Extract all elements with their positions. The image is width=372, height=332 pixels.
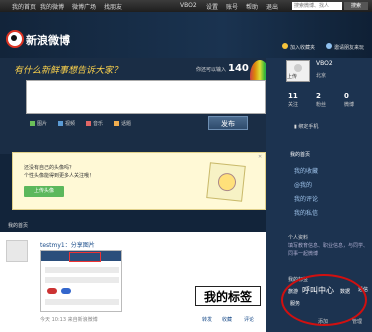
sidebar-item-favorites[interactable]: 我的收藏 bbox=[294, 166, 318, 175]
tool-topic[interactable]: 话题 bbox=[114, 120, 131, 127]
avatar-upload-label[interactable]: 上传 bbox=[287, 73, 297, 80]
stat-fans-count[interactable]: 2 bbox=[316, 92, 321, 100]
publish-button[interactable]: 发布 bbox=[208, 116, 248, 130]
close-icon[interactable]: ✕ bbox=[258, 154, 262, 160]
screenshot-pill bbox=[61, 288, 71, 294]
nav-settings[interactable]: 设置 bbox=[206, 2, 218, 11]
nav-help[interactable]: 帮助 bbox=[246, 2, 258, 11]
post-author[interactable]: testmy1：分享图片 bbox=[40, 240, 95, 249]
tool-video-label: 视频 bbox=[65, 121, 76, 127]
nav-user-name[interactable]: VBO2 bbox=[180, 2, 197, 9]
sidebar-item-mentions[interactable]: @我的 bbox=[294, 180, 312, 189]
nav-square[interactable]: 微博广场 bbox=[72, 2, 96, 11]
screenshot-row bbox=[45, 277, 119, 283]
stat-following-label[interactable]: 关注 bbox=[288, 101, 298, 108]
tag-callout: 我的标签 bbox=[195, 286, 261, 306]
char-count: 140 bbox=[228, 63, 249, 74]
compose-textarea[interactable] bbox=[26, 80, 266, 114]
char-hint: 你还可以输入 bbox=[196, 67, 227, 73]
tool-image-label: 图片 bbox=[37, 121, 48, 127]
search-button[interactable]: 搜索 bbox=[344, 2, 368, 10]
smiley-icon bbox=[217, 172, 237, 192]
stat-weibo-count[interactable]: 0 bbox=[344, 92, 349, 100]
bind-phone-link[interactable]: ▮ 绑定手机 bbox=[294, 123, 318, 130]
tool-music-label: 音乐 bbox=[93, 121, 104, 127]
invite-friends-link[interactable]: 邀请朋友来玩 bbox=[334, 44, 364, 51]
favorite-link[interactable]: 收藏 bbox=[222, 316, 232, 323]
screenshot-row bbox=[45, 299, 119, 305]
weibo-logo-icon[interactable] bbox=[6, 30, 24, 48]
music-icon bbox=[86, 121, 91, 126]
stat-following-count[interactable]: 11 bbox=[288, 92, 298, 100]
repost-link[interactable]: 转发 bbox=[202, 316, 212, 323]
screenshot-row bbox=[45, 267, 119, 273]
favorite-icon bbox=[282, 43, 288, 49]
search-input[interactable] bbox=[292, 2, 342, 10]
stat-fans-label[interactable]: 粉丝 bbox=[316, 101, 326, 108]
image-icon bbox=[30, 121, 35, 126]
nav-account[interactable]: 账号 bbox=[226, 2, 238, 11]
photo-card-illustration bbox=[206, 162, 246, 202]
topic-icon bbox=[114, 121, 119, 126]
add-tag-link[interactable]: 添加 bbox=[318, 318, 328, 325]
stat-weibo-label[interactable]: 微博 bbox=[344, 101, 354, 108]
sidebar-item-comments[interactable]: 我的评论 bbox=[294, 194, 318, 203]
upload-avatar-button[interactable]: 上传头像 bbox=[24, 186, 64, 197]
tool-topic-label: 话题 bbox=[121, 121, 132, 127]
video-icon bbox=[58, 121, 63, 126]
nav-my-weibo[interactable]: 我的微博 bbox=[40, 2, 64, 11]
screenshot-pill bbox=[47, 288, 57, 294]
post-image[interactable] bbox=[40, 250, 122, 312]
avatar[interactable] bbox=[6, 240, 28, 262]
add-favorite-link[interactable]: 加入收藏夹 bbox=[290, 44, 315, 51]
manage-tags-link[interactable]: 管理 bbox=[352, 318, 362, 325]
composer-tagline: 有什么新鲜事想告诉大家？ bbox=[14, 66, 123, 76]
nav-logout[interactable]: 退出 bbox=[266, 2, 278, 11]
tool-music[interactable]: 音乐 bbox=[86, 120, 103, 127]
profile-heading: 个人资料 bbox=[288, 235, 309, 241]
screenshot-highlight bbox=[69, 252, 101, 262]
logo-text[interactable]: 新浪微博 bbox=[26, 32, 70, 48]
profile-description[interactable]: 填写教育信息、职业信息，与同学、同事一起微博 bbox=[288, 242, 368, 258]
post-meta: 今天 10:13 来自新浪微博 bbox=[40, 317, 98, 323]
nav-my-home[interactable]: 我的首页 bbox=[12, 2, 36, 11]
user-location: 北京 bbox=[316, 73, 327, 79]
nav-find-friends[interactable]: 找朋友 bbox=[104, 2, 122, 11]
tool-image[interactable]: 图片 bbox=[30, 120, 47, 127]
sidebar-item-messages[interactable]: 我的私信 bbox=[294, 208, 318, 217]
bind-phone-label: 绑定手机 bbox=[298, 124, 319, 130]
invite-icon bbox=[326, 43, 332, 49]
feed-label: 我的首页 bbox=[8, 223, 29, 229]
sidebar-nav-home[interactable]: 我的首页 bbox=[290, 151, 310, 158]
tool-video[interactable]: 视频 bbox=[58, 120, 75, 127]
avatar-tip-line1: 还没有自己的头像吗？ bbox=[24, 165, 75, 171]
user-name[interactable]: VBO2 bbox=[316, 60, 333, 67]
comment-link[interactable]: 评论 bbox=[244, 316, 254, 323]
avatar-tip-line2: 个性头像能得到更多人关注哦！ bbox=[24, 173, 95, 179]
